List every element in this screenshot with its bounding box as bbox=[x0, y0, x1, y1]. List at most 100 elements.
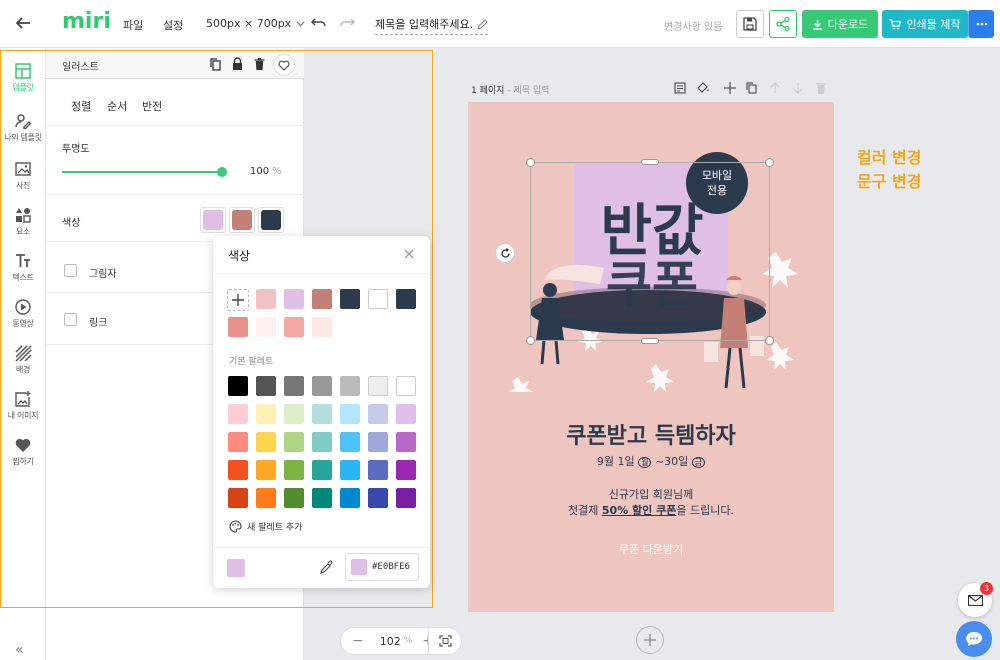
recent-color-swatch[interactable] bbox=[284, 317, 304, 337]
print-order-button[interactable]: 인쇄물 제작 bbox=[882, 10, 968, 38]
miri-logo[interactable]: miri bbox=[62, 9, 111, 34]
palette-color-swatch[interactable] bbox=[312, 376, 332, 396]
body-line1[interactable]: 신규가입 회원님께 bbox=[468, 486, 834, 502]
close-icon[interactable] bbox=[404, 249, 414, 259]
palette-color-swatch[interactable] bbox=[312, 404, 332, 424]
add-color-button[interactable] bbox=[227, 289, 249, 311]
cta-text[interactable]: 쿠폰 다운받기 bbox=[468, 541, 834, 557]
duplicate-icon[interactable] bbox=[210, 58, 221, 71]
rail-item-background[interactable]: 배경 bbox=[0, 340, 46, 386]
recent-color-swatch[interactable] bbox=[340, 289, 360, 309]
delete-page-icon[interactable] bbox=[816, 82, 826, 94]
resize-handle-s[interactable] bbox=[641, 338, 659, 344]
lock-icon[interactable] bbox=[232, 57, 243, 70]
resize-handle-n[interactable] bbox=[641, 159, 659, 165]
rail-item-text[interactable]: 텍스트 bbox=[0, 248, 46, 294]
palette-color-swatch[interactable] bbox=[284, 460, 304, 480]
palette-color-swatch[interactable] bbox=[284, 404, 304, 424]
recent-color-swatch[interactable] bbox=[368, 289, 388, 309]
palette-color-swatch[interactable] bbox=[256, 376, 276, 396]
move-down-icon[interactable] bbox=[793, 82, 803, 94]
recent-color-swatch[interactable] bbox=[256, 289, 276, 309]
tab-flip[interactable]: 반전 bbox=[142, 98, 162, 114]
palette-color-swatch[interactable] bbox=[228, 460, 248, 480]
opacity-slider-thumb[interactable] bbox=[217, 167, 227, 177]
fit-screen-button[interactable] bbox=[428, 627, 462, 655]
palette-color-swatch[interactable] bbox=[228, 376, 248, 396]
page-title-input[interactable]: 제목 입력 bbox=[513, 86, 549, 96]
zoom-value[interactable]: 102 bbox=[380, 635, 401, 648]
palette-color-swatch[interactable] bbox=[396, 460, 416, 480]
palette-color-swatch[interactable] bbox=[396, 404, 416, 424]
color-swatch-3[interactable] bbox=[258, 207, 284, 233]
rail-item-my-image[interactable]: 내 이미지 bbox=[0, 386, 46, 432]
add-page-button[interactable] bbox=[636, 626, 664, 654]
trash-icon[interactable] bbox=[254, 58, 265, 70]
opacity-slider-track[interactable] bbox=[62, 167, 227, 177]
recent-color-swatch[interactable] bbox=[396, 289, 416, 309]
palette-color-swatch[interactable] bbox=[312, 460, 332, 480]
date-text[interactable]: 9월 1일 월 ~30일 금 bbox=[468, 453, 834, 469]
rail-item-favorites[interactable]: 찜하기 bbox=[0, 432, 46, 478]
collapse-panel-button[interactable]: « bbox=[15, 642, 24, 658]
palette-color-swatch[interactable] bbox=[256, 432, 276, 452]
more-menu-button[interactable] bbox=[968, 10, 994, 38]
palette-color-swatch[interactable] bbox=[312, 432, 332, 452]
save-button[interactable] bbox=[736, 10, 764, 38]
recent-color-swatch[interactable] bbox=[312, 317, 332, 337]
rail-item-elements[interactable]: 요소 bbox=[0, 202, 46, 248]
design-canvas[interactable]: 반값 쿠폰 모바일 전용 쿠폰받고 득템하자 9월 1일 월 ~30일 금 신규… bbox=[468, 102, 834, 612]
paint-bucket-icon[interactable] bbox=[697, 82, 710, 94]
resize-handle-ne[interactable] bbox=[765, 158, 774, 167]
link-checkbox[interactable] bbox=[64, 313, 77, 326]
resize-handle-sw[interactable] bbox=[526, 336, 535, 345]
palette-color-swatch[interactable] bbox=[340, 404, 360, 424]
tab-order[interactable]: 순서 bbox=[107, 98, 127, 114]
palette-color-swatch[interactable] bbox=[284, 376, 304, 396]
rail-item-my-template[interactable]: 나의 템플릿 bbox=[0, 108, 46, 154]
palette-color-swatch[interactable] bbox=[340, 376, 360, 396]
download-button[interactable]: 다운로드 bbox=[802, 10, 878, 38]
palette-color-swatch[interactable] bbox=[312, 488, 332, 508]
page-note-icon[interactable] bbox=[674, 82, 686, 94]
menu-settings[interactable]: 설정 bbox=[163, 17, 183, 33]
palette-color-swatch[interactable] bbox=[256, 460, 276, 480]
recent-color-swatch[interactable] bbox=[284, 289, 304, 309]
eyedropper-icon[interactable] bbox=[320, 560, 334, 574]
palette-color-swatch[interactable] bbox=[228, 432, 248, 452]
palette-color-swatch[interactable] bbox=[284, 488, 304, 508]
palette-color-swatch[interactable] bbox=[340, 460, 360, 480]
palette-color-swatch[interactable] bbox=[228, 488, 248, 508]
palette-color-swatch[interactable] bbox=[256, 404, 276, 424]
add-palette-button[interactable]: 새 팔레트 추가 bbox=[229, 520, 302, 533]
palette-color-swatch[interactable] bbox=[284, 432, 304, 452]
favorite-button[interactable] bbox=[273, 54, 295, 76]
rail-item-video[interactable]: 동영상 bbox=[0, 294, 46, 340]
palette-color-swatch[interactable] bbox=[368, 376, 388, 396]
menu-file[interactable]: 파일 bbox=[123, 17, 143, 33]
palette-color-swatch[interactable] bbox=[256, 488, 276, 508]
palette-color-swatch[interactable] bbox=[396, 376, 416, 396]
recent-color-swatch[interactable] bbox=[312, 289, 332, 309]
shadow-checkbox[interactable] bbox=[64, 264, 77, 277]
undo-icon[interactable] bbox=[311, 16, 327, 30]
palette-color-swatch[interactable] bbox=[396, 432, 416, 452]
palette-color-swatch[interactable] bbox=[368, 404, 388, 424]
zoom-out-button[interactable]: − bbox=[352, 633, 364, 649]
rail-item-template[interactable]: 템플릿 bbox=[0, 58, 46, 104]
palette-color-swatch[interactable] bbox=[396, 488, 416, 508]
rotate-handle[interactable] bbox=[495, 243, 515, 263]
back-arrow-icon[interactable] bbox=[14, 14, 32, 32]
redo-icon[interactable] bbox=[339, 16, 355, 30]
recent-color-swatch[interactable] bbox=[256, 317, 276, 337]
chat-support-button[interactable] bbox=[956, 621, 992, 657]
move-up-icon[interactable] bbox=[770, 82, 780, 94]
color-swatch-1[interactable] bbox=[200, 207, 226, 233]
page-size-select[interactable]: 500px × 700px bbox=[206, 17, 305, 30]
tab-align[interactable]: 정렬 bbox=[71, 98, 91, 114]
palette-color-swatch[interactable] bbox=[340, 488, 360, 508]
body-line2[interactable]: 첫결제 50% 할인 쿠폰을 드립니다. bbox=[468, 502, 834, 518]
headline-text[interactable]: 쿠폰받고 득템하자 bbox=[468, 418, 834, 450]
palette-color-swatch[interactable] bbox=[368, 432, 388, 452]
palette-color-swatch[interactable] bbox=[340, 432, 360, 452]
